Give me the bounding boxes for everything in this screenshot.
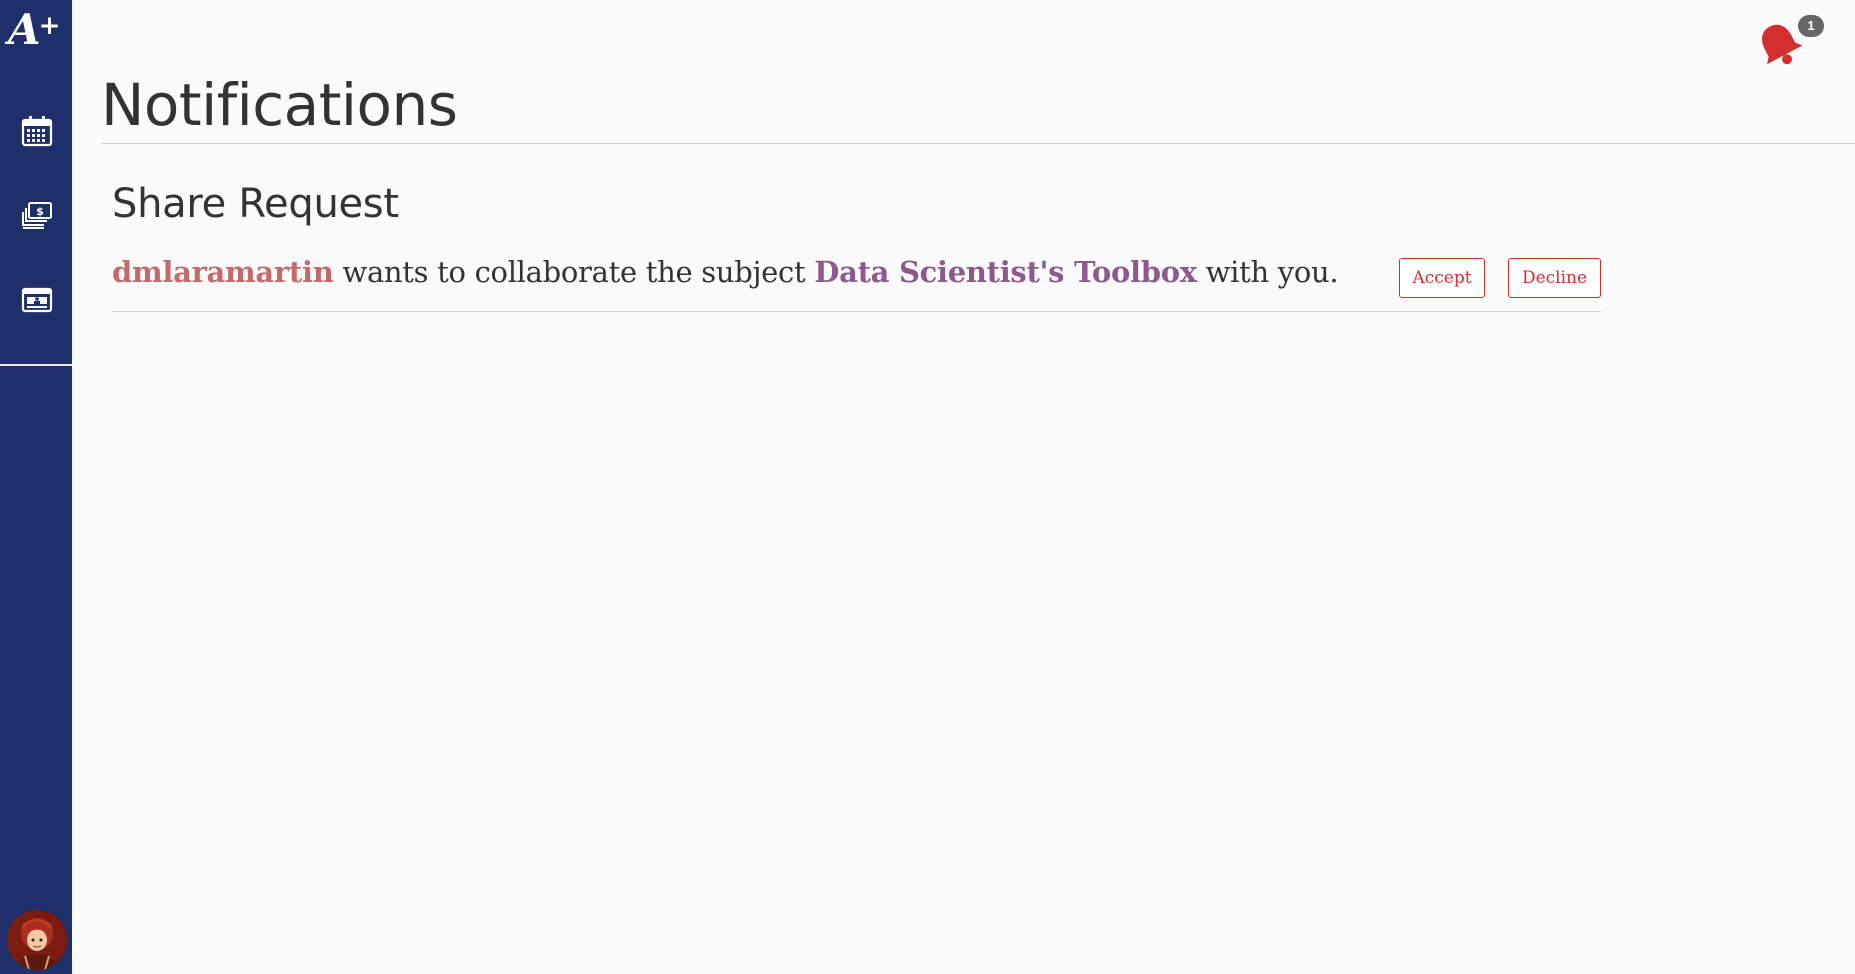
id-card-icon [21,287,53,313]
request-text-after: with you. [1196,255,1339,289]
money-stack-icon: $ [22,202,52,229]
notification-count-badge: 1 [1798,15,1824,37]
sidebar: A+ $ [0,0,72,974]
accept-button[interactable]: Accept [1399,258,1485,298]
avatar-icon [7,910,67,970]
logo-plus: + [38,11,61,41]
subject-link[interactable]: Data Scientist's Toolbox [814,255,1197,289]
svg-text:$: $ [36,205,44,218]
user-avatar[interactable] [7,910,67,970]
sidebar-item-calendar[interactable] [21,115,53,147]
sidebar-item-payments[interactable]: $ [21,200,53,232]
requester-username-link[interactable]: dmlaramartin [112,255,334,289]
share-request-message: dmlaramartin wants to collaborate the su… [112,252,1339,292]
app-logo[interactable]: A+ [8,6,68,54]
page-title: Notifications [101,71,458,139]
calendar-icon [21,116,53,147]
sidebar-divider [0,364,72,366]
sidebar-item-id-card[interactable] [21,284,53,316]
logo-letter: A [8,5,41,54]
title-divider [101,143,1855,144]
share-request-heading: Share Request [112,181,399,227]
decline-button[interactable]: Decline [1508,258,1601,298]
share-request-item: dmlaramartin wants to collaborate the su… [112,252,1601,312]
request-text-before: wants to collaborate the subject [333,255,815,289]
